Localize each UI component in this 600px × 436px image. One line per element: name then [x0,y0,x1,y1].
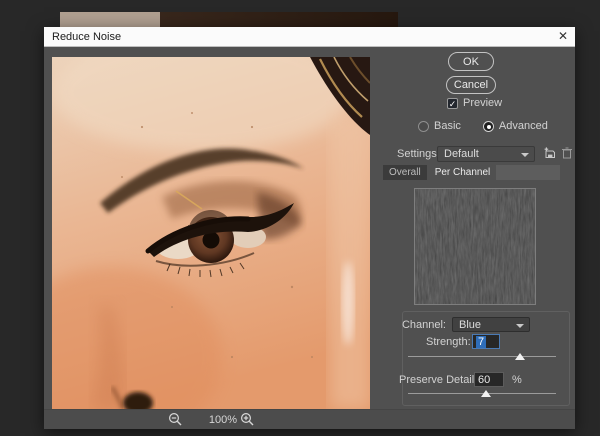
channel-dropdown-value: Blue [459,318,482,331]
channel-dropdown[interactable]: Blue [452,317,530,332]
reduce-noise-dialog: Reduce Noise ✕ 100% OK Cancel ✓ Preview … [44,27,575,429]
chevron-down-icon [516,324,524,328]
preview-checkbox-row[interactable]: ✓ Preview [447,97,502,109]
tab-overall[interactable]: Overall [383,165,427,180]
strength-slider-track[interactable] [408,356,556,357]
preview-photo-illustration [52,57,370,409]
preview-checkbox-label: Preview [463,97,503,109]
cancel-button[interactable]: Cancel [446,76,496,94]
delete-preset-button[interactable] [560,146,574,160]
image-preview[interactable] [52,57,370,409]
background-photo-strip-dark [160,12,398,28]
tab-per-channel[interactable]: Per Channel [428,165,497,180]
channel-noise-thumbnail[interactable] [414,188,536,305]
tabbar-filler [496,165,560,180]
preserve-details-unit: % [512,374,522,386]
advanced-radio-label[interactable]: Advanced [499,120,548,132]
strength-input[interactable]: 7 [472,334,500,349]
strength-row: Strength: 7 [402,333,570,349]
basic-radio-label[interactable]: Basic [434,120,461,132]
settings-row: Settings: Default [397,146,573,162]
dialog-titlebar[interactable]: Reduce Noise ✕ [44,27,575,47]
preview-checkbox[interactable]: ✓ [447,97,458,109]
save-preset-icon [544,147,555,158]
background-photo-strip [60,12,160,28]
save-preset-button[interactable] [543,146,557,160]
close-icon[interactable]: ✕ [558,29,568,43]
zoom-in-icon [240,412,254,426]
preserve-details-slider-thumb[interactable] [481,390,492,397]
noise-texture [415,189,535,304]
preserve-details-row: Preserve Details: 60 % [399,371,570,387]
channel-row: Channel: Blue [402,317,570,332]
advanced-radio[interactable] [482,120,494,132]
trash-icon [562,147,572,159]
strength-slider[interactable] [408,352,556,362]
settings-dropdown-value: Default [444,148,479,160]
zoom-out-icon [168,412,182,426]
strength-value-selected: 7 [476,336,487,348]
dialog-title: Reduce Noise [52,30,122,43]
zoom-in-button[interactable] [240,412,255,427]
settings-label: Settings: [397,148,440,160]
chevron-down-icon [521,153,529,157]
preserve-details-input[interactable]: 60 [474,372,504,387]
preserve-details-slider[interactable] [408,389,556,399]
app-background: Reduce Noise ✕ 100% OK Cancel ✓ Preview … [0,0,600,436]
strength-label: Strength: [426,336,471,348]
mode-radio-group: Basic Advanced [418,120,568,132]
zoom-out-button[interactable] [168,412,183,427]
strength-slider-thumb[interactable] [515,353,526,360]
preserve-details-value: 60 [478,374,491,386]
panel-tabbar: Overall Per Channel [383,165,560,180]
settings-dropdown[interactable]: Default [437,146,535,162]
preserve-details-label: Preserve Details: [399,374,483,386]
ok-button[interactable]: OK [448,52,494,71]
preview-zoom-bar: 100% [44,409,575,429]
channel-label: Channel: [401,319,446,331]
basic-radio[interactable] [418,120,429,132]
